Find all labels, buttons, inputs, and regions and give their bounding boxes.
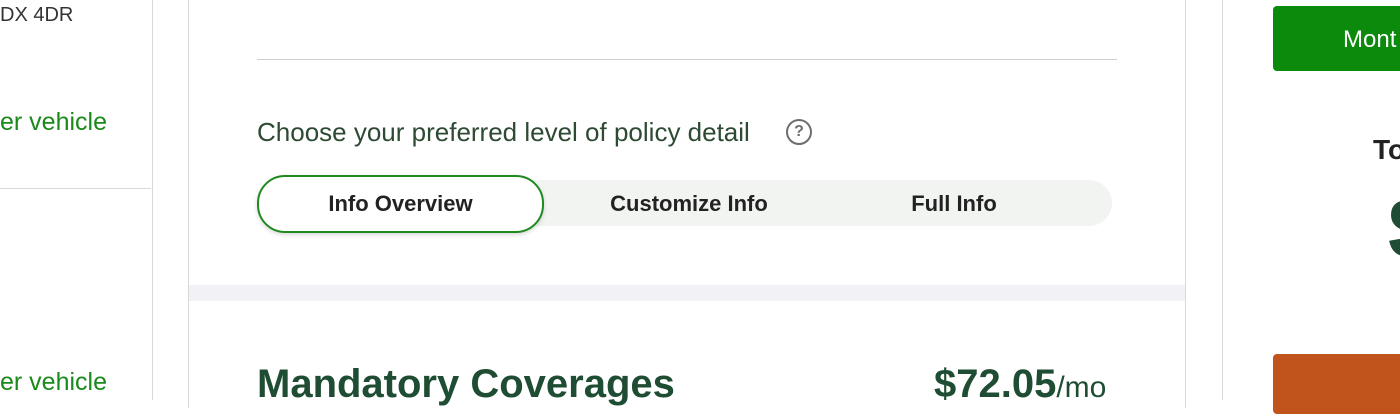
policy-detail-prompt: Choose your preferred level of policy de…: [257, 117, 750, 147]
tab-info-overview[interactable]: Info Overview: [257, 175, 544, 233]
section-title: Mandatory Coverages: [257, 362, 675, 406]
vehicle-name: DX 4DR: [0, 4, 74, 26]
total-amount: $: [1388, 180, 1400, 279]
summary-panel: Mont To $: [1222, 0, 1400, 414]
section-price: $72.05/mo: [934, 362, 1106, 407]
policy-card: Choose your preferred level of policy de…: [188, 0, 1186, 408]
tab-full-info[interactable]: Full Info: [879, 178, 1029, 230]
help-icon[interactable]: ?: [786, 119, 812, 145]
divider: [257, 59, 1117, 60]
price-amount: $72.05: [934, 362, 1057, 406]
vehicle-list: DX 4DR er vehicle er vehicle: [0, 0, 153, 400]
vehicle-link[interactable]: er vehicle: [0, 108, 107, 137]
monthly-button[interactable]: Mont: [1273, 6, 1400, 71]
section-separator: [189, 285, 1185, 301]
price-unit: /mo: [1056, 371, 1107, 404]
tab-customize-info[interactable]: Customize Info: [584, 178, 794, 230]
primary-action-button[interactable]: [1273, 354, 1400, 414]
vehicle-link[interactable]: er vehicle: [0, 368, 107, 397]
divider: [0, 188, 151, 189]
total-label: To: [1373, 134, 1400, 165]
